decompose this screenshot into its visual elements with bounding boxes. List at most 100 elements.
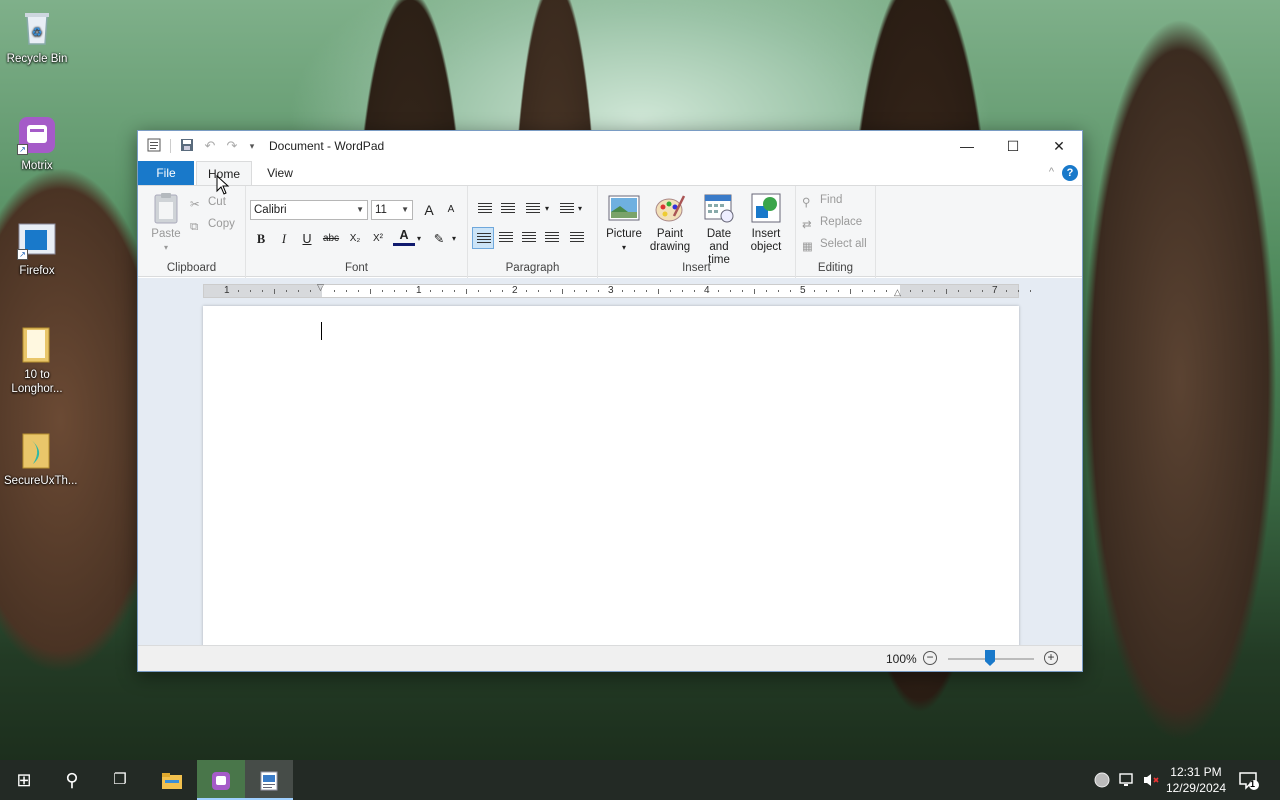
close-button[interactable]: ✕: [1036, 131, 1082, 161]
editing-group-label: Editing: [817, 262, 854, 274]
chevron-down-icon: ▼: [356, 205, 364, 214]
paragraph-settings-button[interactable]: [566, 227, 588, 249]
first-line-indent-marker[interactable]: ▽: [317, 282, 324, 293]
paint-drawing-button[interactable]: Paint drawing: [648, 192, 692, 254]
tab-file[interactable]: File: [138, 161, 194, 185]
desktop-icon-folder[interactable]: 10 to Longhor...: [4, 324, 70, 396]
grow-font-button[interactable]: A: [418, 199, 440, 221]
align-center-button[interactable]: [495, 227, 517, 249]
volume-muted-icon[interactable]: [1142, 772, 1160, 800]
select-all-icon: ▦: [802, 241, 813, 253]
taskbar-wordpad[interactable]: [245, 760, 293, 800]
ruler-tick: [358, 290, 359, 292]
desktop-icon-label: Firefox: [19, 265, 55, 277]
date-time-button[interactable]: Date and time: [696, 192, 742, 267]
save-icon[interactable]: [179, 138, 195, 154]
folder-icon: [162, 773, 182, 790]
ruler-tick: [466, 289, 467, 294]
taskbar-motrix[interactable]: [197, 760, 245, 800]
ruler[interactable]: 1 1 2 3 4 5 7 ▽ △: [203, 282, 1031, 298]
highlight-button[interactable]: ✎: [428, 228, 450, 250]
desktop-icon-secureux[interactable]: SecureUxTh...: [4, 430, 78, 488]
line-spacing-button[interactable]: [556, 198, 578, 220]
font-family-select[interactable]: Calibri ▼: [250, 200, 368, 220]
customize-quick-access-icon[interactable]: ▾: [244, 138, 260, 154]
help-icon[interactable]: ?: [1062, 165, 1078, 181]
ruler-tick: [394, 290, 395, 292]
tab-view[interactable]: View: [256, 161, 304, 185]
paste-dropdown-icon[interactable]: ▾: [148, 241, 184, 254]
right-indent-marker[interactable]: △: [894, 287, 901, 298]
desktop-icon-label: SecureUxTh...: [4, 475, 78, 487]
align-left-button[interactable]: [472, 227, 494, 249]
highlight-dropdown-icon[interactable]: ▾: [452, 234, 456, 243]
replace-button[interactable]: ⇄ Replace: [802, 212, 862, 232]
find-button[interactable]: ⚲ Find: [802, 190, 842, 210]
calendar-icon: [703, 192, 735, 224]
insert-picture-button[interactable]: Picture ▾: [604, 192, 644, 254]
bold-button[interactable]: B: [250, 228, 272, 250]
underline-button[interactable]: U: [296, 228, 318, 250]
desktop-icon-firefox[interactable]: ↗ Firefox: [4, 220, 70, 278]
shrink-font-button[interactable]: A: [440, 199, 462, 221]
align-right-button[interactable]: [518, 227, 540, 249]
taskbar-file-explorer[interactable]: [148, 760, 196, 800]
task-view-button[interactable]: ❐: [96, 760, 144, 800]
network-icon[interactable]: [1118, 772, 1136, 800]
italic-button[interactable]: I: [273, 228, 295, 250]
desktop-icon-recycle-bin[interactable]: ♻ Recycle Bin: [4, 8, 70, 66]
ruler-tick: [850, 289, 851, 294]
picture-dropdown-icon[interactable]: ▾: [604, 241, 644, 254]
insert-object-button[interactable]: Insert object: [746, 192, 786, 254]
wordpad-window: ↶ ↷ ▾ Document - WordPad — ☐ ✕ File Home…: [137, 130, 1083, 672]
font-color-dropdown-icon[interactable]: ▾: [417, 234, 421, 243]
increase-indent-button[interactable]: [497, 198, 519, 220]
minimize-button[interactable]: —: [944, 131, 990, 161]
document-page[interactable]: [203, 306, 1019, 646]
notification-center-button[interactable]: 1: [1238, 770, 1260, 800]
clipboard-group: Paste ▾ ✂ Cut ⧉ Copy Clipboard: [138, 186, 246, 278]
paragraph-icon: [570, 232, 584, 244]
ruler-tick: [922, 290, 923, 292]
decrease-indent-button[interactable]: [474, 198, 496, 220]
undo-icon[interactable]: ↶: [202, 138, 218, 154]
start-button[interactable]: ⊞: [0, 760, 48, 800]
firefox-icon: ↗: [17, 220, 57, 260]
increase-indent-icon: [501, 203, 515, 215]
ruler-tick: [694, 290, 695, 292]
font-color-button[interactable]: A: [393, 226, 415, 246]
strikethrough-button[interactable]: abc: [320, 228, 342, 250]
collapse-ribbon-icon[interactable]: ^: [1049, 166, 1054, 178]
superscript-button[interactable]: X²: [367, 228, 389, 250]
ruler-tick: [766, 290, 767, 292]
ruler-tick: [346, 290, 347, 292]
wordpad-app-icon[interactable]: [146, 138, 162, 154]
justify-button[interactable]: [541, 227, 563, 249]
bullets-dropdown-icon[interactable]: ▾: [545, 204, 549, 213]
font-family-value: Calibri: [254, 204, 287, 216]
desktop-icon-motrix[interactable]: ↗ Motrix: [4, 115, 70, 173]
zoom-out-button[interactable]: −: [923, 651, 937, 665]
system-clock[interactable]: 12:31 PM 12/29/2024: [1166, 764, 1226, 796]
subscript-button[interactable]: X₂: [344, 228, 366, 250]
maximize-button[interactable]: ☐: [990, 131, 1036, 161]
search-button[interactable]: ⚲: [48, 760, 96, 800]
select-all-button[interactable]: ▦ Select all: [802, 234, 867, 254]
network-globe-icon[interactable]: [1094, 772, 1110, 788]
zoom-in-button[interactable]: +: [1044, 651, 1058, 665]
ruler-tick: [586, 290, 587, 292]
ruler-tick: [430, 290, 431, 292]
font-size-select[interactable]: 11 ▼: [371, 200, 413, 220]
ruler-number: 5: [800, 285, 806, 296]
title-bar[interactable]: ↶ ↷ ▾ Document - WordPad — ☐ ✕: [138, 131, 1082, 161]
ruler-tick: [442, 290, 443, 292]
redo-icon[interactable]: ↷: [224, 138, 240, 154]
cut-button[interactable]: ✂ Cut: [190, 192, 226, 212]
ruler-tick: [862, 290, 863, 292]
bullets-button[interactable]: [522, 198, 544, 220]
copy-icon: ⧉: [190, 221, 199, 233]
paste-button[interactable]: Paste ▾: [148, 192, 184, 254]
line-spacing-dropdown-icon[interactable]: ▾: [578, 204, 582, 213]
zoom-slider-thumb[interactable]: [985, 650, 995, 666]
copy-button[interactable]: ⧉ Copy: [190, 214, 235, 234]
